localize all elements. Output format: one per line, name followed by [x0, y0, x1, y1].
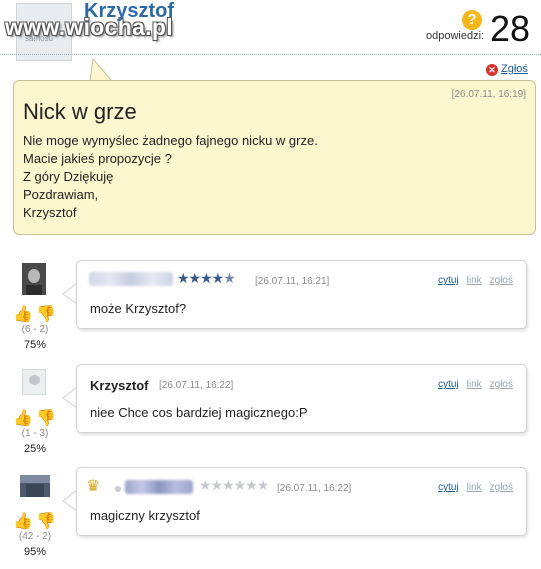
report-question-label: Zgłoś	[501, 63, 528, 75]
cite-link[interactable]: cytuj	[438, 275, 459, 286]
crown-icon: ♛	[86, 478, 101, 495]
answers-label: odpowiedzi:	[426, 30, 485, 42]
comment-box: ★★★★★ [26.07.11, 16:21] cytuj link zgłoś m…	[76, 260, 527, 329]
avatar-photo	[20, 475, 50, 497]
thumb-down-icon[interactable]: 👎	[36, 408, 56, 428]
question-author-name[interactable]: Krzysztof	[84, 0, 174, 23]
question-title: Nick w grze	[23, 99, 137, 124]
question-line: Nie moge wymyślec żadnego fajnego nicku …	[23, 133, 318, 148]
comment-box: ♛ ★★★★★★ [26.07.11, 16:22] cytuj link zgło…	[76, 467, 527, 536]
cite-link[interactable]: cytuj	[438, 379, 459, 390]
vote-count: (42 - 2)	[18, 531, 52, 542]
default-avatar-icon	[29, 375, 40, 385]
question-line: Pozdrawiam,	[23, 187, 99, 202]
comment-author-avatar[interactable]	[22, 369, 46, 395]
avatar-photo	[22, 263, 46, 295]
thumb-up-icon[interactable]: 👍	[13, 408, 33, 428]
comment-text: magiczny krzysztof	[90, 508, 200, 523]
question-bubble-tail	[89, 58, 114, 82]
report-comment-link[interactable]: zgłoś	[490, 275, 513, 286]
comment-author-name[interactable]: Krzysztof	[90, 378, 149, 393]
comment-actions: cytuj link zgłoś	[430, 379, 513, 390]
comment-date: [26.07.11, 16:22]	[159, 380, 234, 391]
question-line: Macie jakieś propozycje ?	[23, 151, 172, 166]
comment-actions: cytuj link zgłoś	[430, 482, 513, 493]
vote-count: (6 - 2)	[21, 324, 49, 335]
comment-date: [26.07.11, 16:22]	[277, 483, 352, 494]
comment-author-avatar[interactable]	[20, 475, 50, 497]
status-dot-icon	[115, 486, 121, 492]
report-question-link[interactable]: ✕ Zgłoś	[486, 63, 528, 76]
question-date: [26.07.11, 16:19]	[451, 89, 526, 100]
comment-text: może Krzysztof?	[90, 301, 187, 316]
question-box: [26.07.11, 16:19] Nick w grze Nie moge w…	[13, 80, 536, 235]
question-line: Z góry Dziękuję	[23, 169, 114, 184]
permalink-link[interactable]: link	[467, 379, 482, 390]
thumb-down-icon[interactable]: 👎	[36, 304, 56, 324]
hidden-author-name[interactable]	[89, 272, 173, 286]
answers-count: 28	[490, 8, 531, 49]
question-icon: ?	[462, 10, 482, 30]
report-comment-link[interactable]: zgłoś	[490, 482, 513, 493]
vote-count: (1 - 3)	[21, 428, 49, 439]
vote-percent: 95%	[23, 546, 47, 558]
comment-text: niee Chce cos bardziej magicznego:P	[90, 405, 308, 420]
thumb-up-icon[interactable]: 👍	[13, 304, 33, 324]
question-body: Nie moge wymyślec żadnego fajnego nicku …	[23, 132, 318, 222]
permalink-link[interactable]: link	[467, 482, 482, 493]
comment-date: [26.07.11, 16:21]	[255, 276, 330, 287]
comment-author-avatar[interactable]	[22, 263, 46, 295]
report-icon: ✕	[486, 64, 498, 76]
permalink-link[interactable]: link	[467, 275, 482, 286]
report-comment-link[interactable]: zgłoś	[490, 379, 513, 390]
header-divider	[0, 54, 541, 55]
author-rank-stars: ★★★★★★	[199, 477, 269, 493]
thumb-up-icon[interactable]: 👍	[13, 511, 33, 531]
author-rank-stars: ★★★★★	[177, 270, 236, 286]
question-line: Krzysztof	[23, 205, 77, 220]
cite-link[interactable]: cytuj	[438, 482, 459, 493]
vote-percent: 75%	[23, 339, 47, 351]
thumb-down-icon[interactable]: 👎	[36, 511, 56, 531]
vote-percent: 25%	[23, 443, 47, 455]
comment-box: Krzysztof [26.07.11, 16:22] cytuj link zgł…	[76, 364, 527, 433]
comment-actions: cytuj link zgłoś	[430, 275, 513, 286]
hidden-author-name[interactable]	[125, 480, 193, 494]
